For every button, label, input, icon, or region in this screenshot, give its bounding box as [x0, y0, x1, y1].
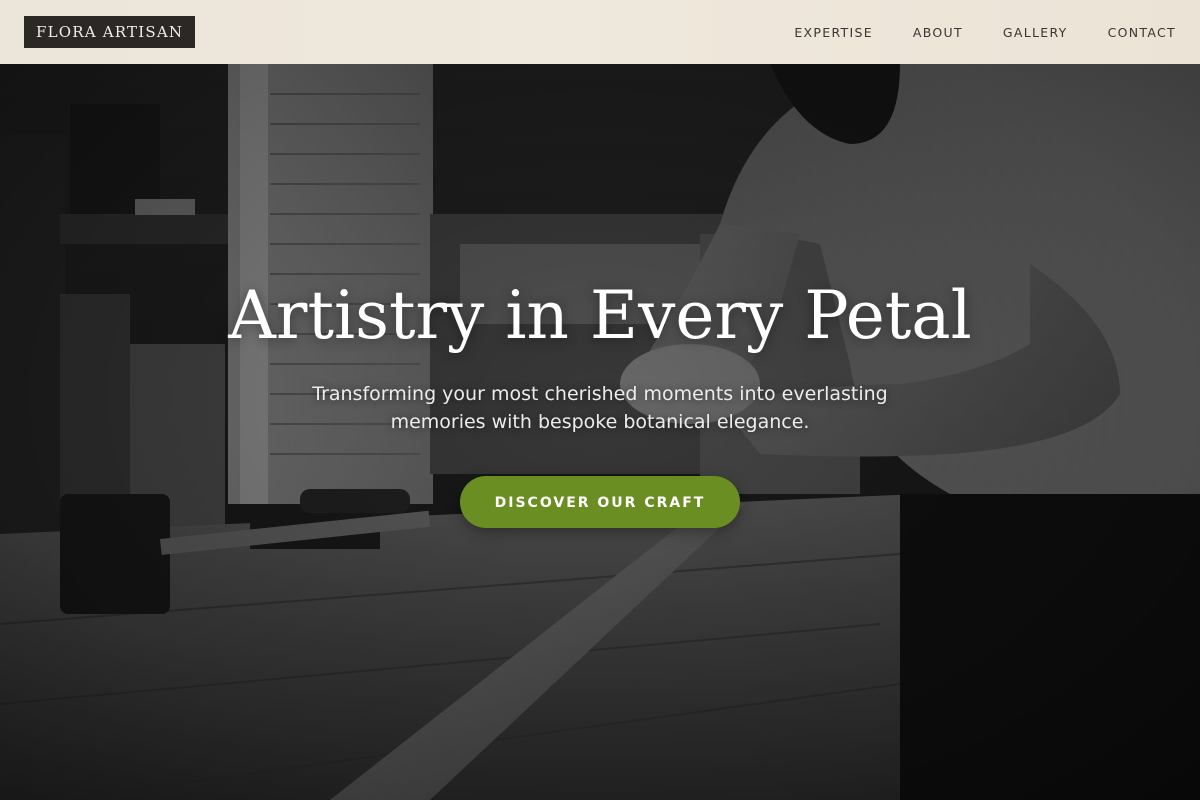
nav-link-contact[interactable]: CONTACT — [1108, 25, 1176, 40]
nav-link-expertise[interactable]: EXPERTISE — [794, 25, 873, 40]
nav-link-about[interactable]: ABOUT — [913, 25, 963, 40]
nav-link-gallery[interactable]: GALLERY — [1003, 25, 1068, 40]
landing-page: FLORA ARTISAN EXPERTISE ABOUT GALLERY CO… — [0, 0, 1200, 800]
hero-content: Artistry in Every Petal Transforming you… — [0, 274, 1200, 528]
discover-craft-button[interactable]: DISCOVER OUR CRAFT — [460, 476, 740, 528]
site-logo[interactable]: FLORA ARTISAN — [24, 16, 196, 48]
nav-links: EXPERTISE ABOUT GALLERY CONTACT — [794, 25, 1176, 40]
top-navbar: FLORA ARTISAN EXPERTISE ABOUT GALLERY CO… — [0, 0, 1200, 64]
hero-title: Artistry in Every Petal — [228, 277, 972, 354]
hero-section: Artistry in Every Petal Transforming you… — [0, 64, 1200, 800]
hero-subtitle: Transforming your most cherished moments… — [312, 383, 888, 433]
